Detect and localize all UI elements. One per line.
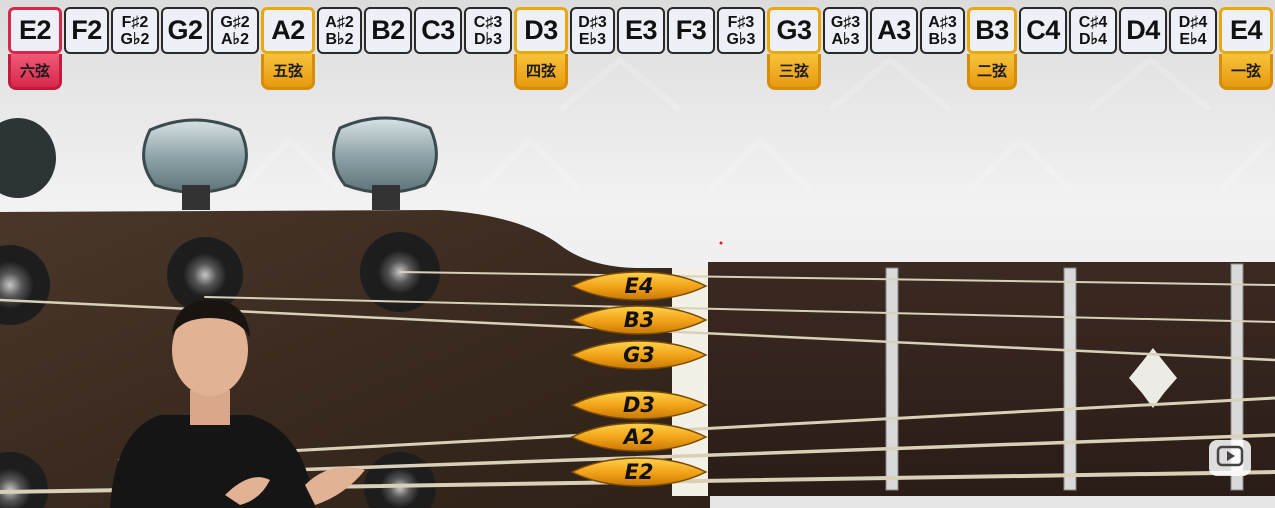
flat-name: E♭3 — [578, 30, 607, 48]
flat-name: B♭3 — [928, 30, 957, 48]
play-icon — [1216, 444, 1244, 473]
note-key-dsharp4[interactable]: D♯4 E♭4 — [1169, 7, 1217, 54]
chromatic-note-bar: E2 六弦 F2 F♯2 G♭2 G2 G♯2 A♭2 A2 五弦 A♯2 B♭2 B2 C3 C♯3 D♭3… — [0, 0, 1275, 95]
note-key-fsharp2[interactable]: F♯2 G♭2 — [111, 7, 159, 54]
sharp-name: D♯3 — [578, 13, 607, 31]
fretboard — [708, 262, 1275, 496]
guitar-tuning-view: E2 六弦 F2 F♯2 G♭2 G2 G♯2 A♭2 A2 五弦 A♯2 B♭2 B2 C3 C♯3 D♭3… — [0, 0, 1275, 508]
flat-name: G♭3 — [726, 30, 756, 48]
open-string-tab: 四弦 — [514, 54, 568, 90]
flat-name: D♭3 — [473, 30, 502, 48]
string-label-e4: E4 — [570, 271, 708, 301]
note-key-f2[interactable]: F2 — [64, 7, 109, 54]
flat-name: D♭4 — [1078, 30, 1107, 48]
note-key-asharp3[interactable]: A♯3 B♭3 — [920, 7, 965, 54]
string-label-text: E4 — [624, 274, 654, 298]
note-key-dsharp3[interactable]: D♯3 E♭3 — [570, 7, 615, 54]
note-label: D4 — [1126, 15, 1160, 45]
flat-name: G♭2 — [120, 30, 150, 48]
sharp-name: F♯2 — [121, 13, 149, 31]
note-key-f3[interactable]: F3 — [667, 7, 715, 54]
note-key-c4[interactable]: C4 — [1019, 7, 1067, 54]
note-label: A3 — [877, 15, 911, 45]
note-key-a2[interactable]: A2 — [261, 7, 315, 54]
string-label-text: E2 — [624, 460, 654, 484]
open-string-tab: 二弦 — [967, 54, 1017, 90]
note-label: B2 — [371, 15, 405, 45]
string-label-text: G3 — [623, 343, 655, 367]
string-label-text: D3 — [622, 393, 656, 417]
note-key-b2[interactable]: B2 — [364, 7, 412, 54]
note-key-fsharp3[interactable]: F♯3 G♭3 — [717, 7, 765, 54]
sharp-name: G♯2 — [220, 13, 250, 31]
flat-name: B♭2 — [325, 30, 354, 48]
sharp-name: A♯3 — [928, 13, 957, 31]
sharp-name: C♯3 — [473, 13, 503, 31]
note-label: E4 — [1229, 15, 1263, 45]
note-key-csharp3[interactable]: C♯3 D♭3 — [464, 7, 512, 54]
open-string-tab: 一弦 — [1219, 54, 1273, 90]
flat-name: A♭2 — [221, 30, 249, 48]
note-key-c3[interactable]: C3 — [414, 7, 462, 54]
sharp-name: D♯4 — [1178, 13, 1208, 31]
string-label-d3: D3 — [570, 390, 708, 420]
string-label-a2: A2 — [570, 422, 708, 452]
note-key-e2[interactable]: E2 — [8, 7, 62, 54]
note-label: G3 — [776, 15, 812, 45]
flat-name: A♭3 — [831, 30, 860, 48]
sharp-name: A♯2 — [325, 13, 354, 31]
sharp-name: F♯3 — [727, 13, 755, 31]
sharp-name: G♯3 — [830, 13, 861, 31]
note-key-a3[interactable]: A3 — [870, 7, 918, 54]
note-key-g3[interactable]: G3 — [767, 7, 821, 54]
note-key-gsharp2[interactable]: G♯2 A♭2 — [211, 7, 259, 54]
string-label-text: A2 — [623, 425, 655, 449]
note-key-d4[interactable]: D4 — [1119, 7, 1167, 54]
string-label-text: B3 — [623, 308, 655, 332]
note-label: D3 — [524, 15, 558, 45]
note-label: E2 — [18, 15, 52, 45]
open-string-tab: 五弦 — [261, 54, 315, 90]
note-label: C4 — [1026, 15, 1060, 45]
note-label: G2 — [167, 15, 203, 45]
play-button[interactable] — [1209, 440, 1251, 476]
note-key-asharp2[interactable]: A♯2 B♭2 — [317, 7, 362, 54]
note-key-e4[interactable]: E4 — [1219, 7, 1273, 54]
string-label-b3: B3 — [570, 305, 708, 335]
string-label-e2: E2 — [570, 457, 708, 487]
sharp-name: C♯4 — [1078, 13, 1108, 31]
open-string-tab: 六弦 — [8, 54, 62, 90]
note-label: F3 — [675, 15, 707, 45]
note-key-csharp4[interactable]: C♯4 D♭4 — [1069, 7, 1117, 54]
note-label: E3 — [624, 15, 658, 45]
open-string-tab: 三弦 — [767, 54, 821, 90]
string-label-g3: G3 — [570, 340, 708, 370]
note-key-b3[interactable]: B3 — [967, 7, 1017, 54]
note-label: F2 — [71, 15, 102, 45]
note-label: A2 — [271, 15, 305, 45]
note-key-g2[interactable]: G2 — [161, 7, 209, 54]
note-key-gsharp3[interactable]: G♯3 A♭3 — [823, 7, 868, 54]
tuner-keys — [0, 116, 438, 210]
note-key-e3[interactable]: E3 — [617, 7, 665, 54]
note-label: C3 — [421, 15, 455, 45]
flat-name: E♭4 — [1179, 30, 1207, 48]
note-label: B3 — [975, 15, 1009, 45]
note-key-d3[interactable]: D3 — [514, 7, 568, 54]
